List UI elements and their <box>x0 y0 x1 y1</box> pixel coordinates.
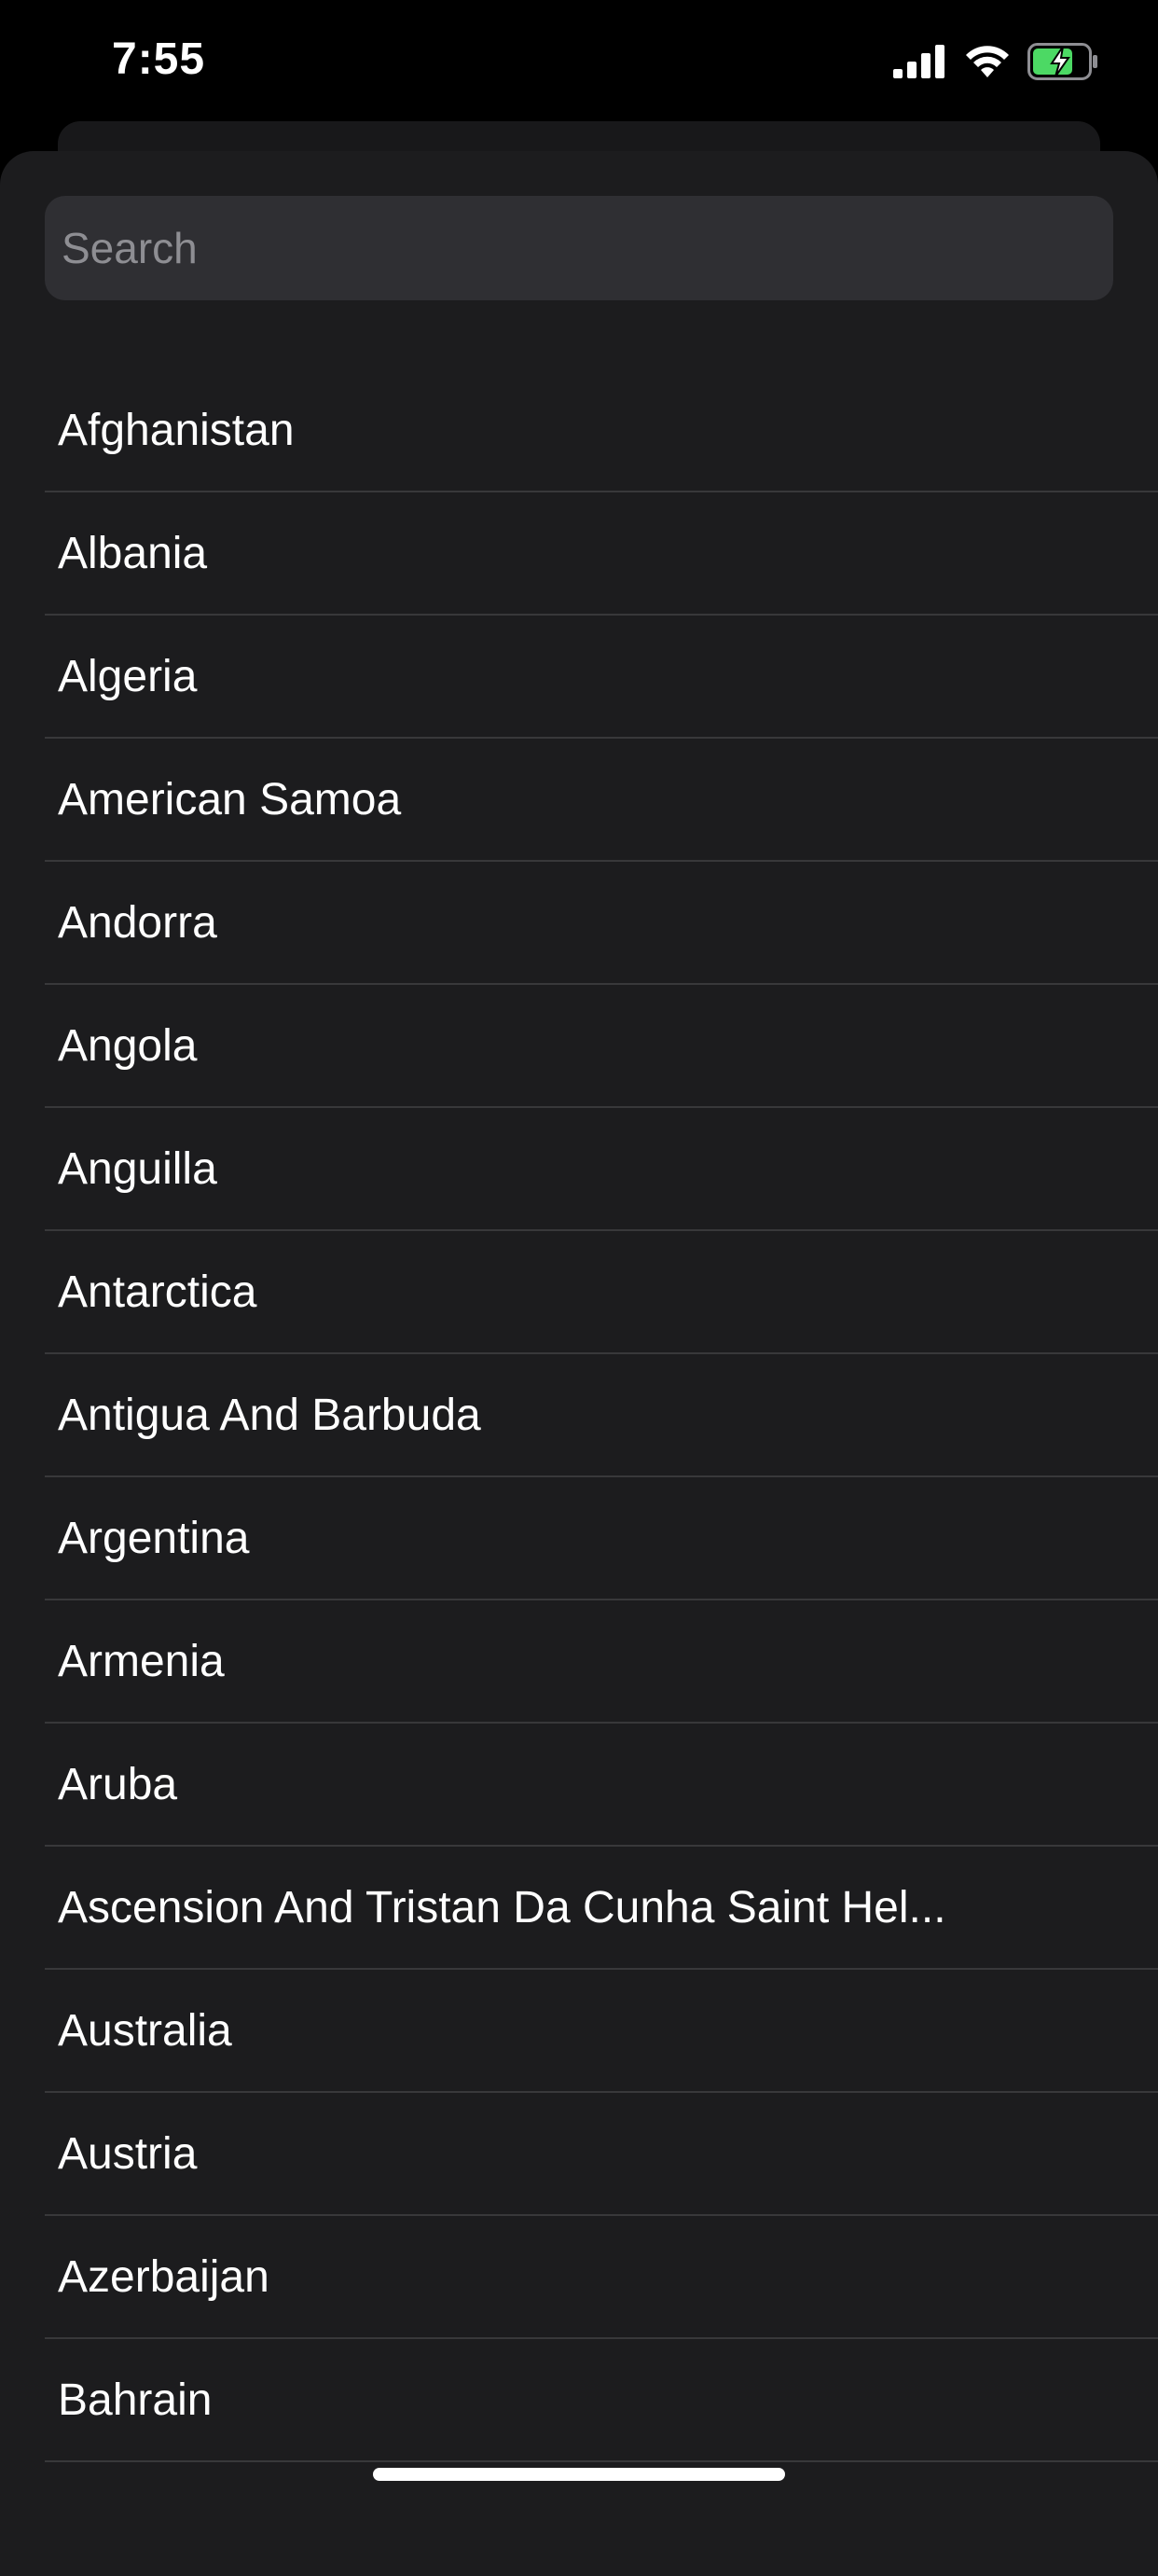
list-item[interactable]: Bahrain <box>45 2339 1158 2462</box>
status-time: 7:55 <box>112 35 206 84</box>
list-item[interactable]: Antarctica <box>45 1231 1158 1354</box>
list-item[interactable]: Argentina <box>45 1477 1158 1600</box>
list-item[interactable]: Anguilla <box>45 1108 1158 1231</box>
status-bar: 7:55 <box>0 0 1158 131</box>
country-name: Australia <box>58 2005 232 2056</box>
list-item[interactable]: Angola <box>45 985 1158 1108</box>
country-name: Angola <box>58 1020 198 1071</box>
country-name: Azerbaijan <box>58 2251 269 2302</box>
battery-charging-icon <box>1027 43 1097 80</box>
list-item[interactable]: Andorra <box>45 862 1158 985</box>
home-indicator <box>373 2468 785 2481</box>
country-name: Antarctica <box>58 1267 257 1317</box>
country-name: Ascension And Tristan Da Cunha Saint Hel… <box>58 1882 946 1932</box>
country-list: Afghanistan Albania Algeria American Samoa A… <box>45 369 1158 2462</box>
list-item[interactable]: Antigua And Barbuda <box>45 1354 1158 1477</box>
list-item[interactable]: Australia <box>45 1970 1158 2093</box>
list-item[interactable]: Austria <box>45 2093 1158 2216</box>
list-item[interactable]: Algeria <box>45 616 1158 739</box>
country-name: Argentina <box>58 1513 250 1563</box>
list-item[interactable]: Afghanistan <box>45 369 1158 492</box>
list-item[interactable]: American Samoa <box>45 739 1158 862</box>
list-item[interactable]: Albania <box>45 492 1158 616</box>
country-name: Bahrain <box>58 2375 213 2425</box>
country-name: Andorra <box>58 897 217 948</box>
search-input[interactable] <box>45 196 1113 300</box>
cellular-signal-icon <box>893 45 944 78</box>
country-name: Armenia <box>58 1636 225 1686</box>
country-name: Afghanistan <box>58 405 295 455</box>
country-name: Antigua And Barbuda <box>58 1390 481 1440</box>
country-name: Algeria <box>58 651 198 701</box>
list-item[interactable]: Aruba <box>45 1724 1158 1847</box>
country-name: Anguilla <box>58 1143 217 1194</box>
country-name: American Samoa <box>58 774 402 824</box>
country-name: Albania <box>58 528 208 578</box>
country-name: Aruba <box>58 1759 178 1809</box>
country-name: Austria <box>58 2128 198 2179</box>
status-icons <box>893 41 1100 82</box>
list-item[interactable]: Ascension And Tristan Da Cunha Saint Hel… <box>45 1847 1158 1970</box>
list-item[interactable]: Azerbaijan <box>45 2216 1158 2339</box>
wifi-icon <box>966 46 1009 77</box>
list-item[interactable]: Armenia <box>45 1600 1158 1724</box>
